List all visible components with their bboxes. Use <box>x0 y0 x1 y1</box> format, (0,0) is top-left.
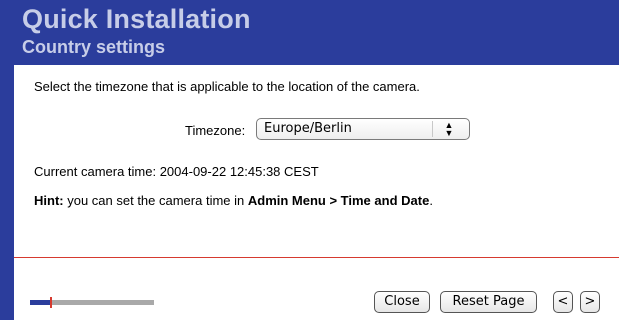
hint-text: Hint: you can set the camera time in Adm… <box>34 193 433 208</box>
close-button[interactable]: Close <box>374 291 430 313</box>
select-divider <box>432 121 433 137</box>
page-subtitle: Country settings <box>22 37 166 57</box>
previous-button[interactable]: < <box>553 291 573 313</box>
progress-marker <box>50 297 52 308</box>
progress-fill <box>30 300 51 305</box>
timezone-selected-value: Europe/Berlin <box>264 121 352 136</box>
main-content: Select the timezone that is applicable t… <box>14 65 619 255</box>
left-frame-bar <box>0 0 14 320</box>
timezone-label: Timezone: <box>185 123 246 138</box>
hint-prefix: Hint: <box>34 193 64 208</box>
timezone-select[interactable]: Europe/Berlin ▲ ▼ <box>256 118 470 140</box>
footer-divider <box>14 257 619 258</box>
intro-text: Select the timezone that is applicable t… <box>34 79 420 94</box>
current-camera-time: Current camera time: 2004-09-22 12:45:38… <box>34 164 319 179</box>
progress-bar <box>30 297 154 308</box>
page-title: Quick Installation <box>22 4 251 34</box>
timezone-row: Timezone: Europe/Berlin ▲ ▼ <box>14 118 619 144</box>
hint-body: you can set the camera time in <box>63 193 248 208</box>
reset-page-button[interactable]: Reset Page <box>440 291 537 313</box>
header: Quick Installation Country settings <box>14 0 619 65</box>
up-down-arrows-icon: ▲ ▼ <box>444 120 454 138</box>
next-button[interactable]: > <box>580 291 600 313</box>
hint-suffix: . <box>429 193 433 208</box>
hint-location: Admin Menu > Time and Date <box>247 193 430 208</box>
